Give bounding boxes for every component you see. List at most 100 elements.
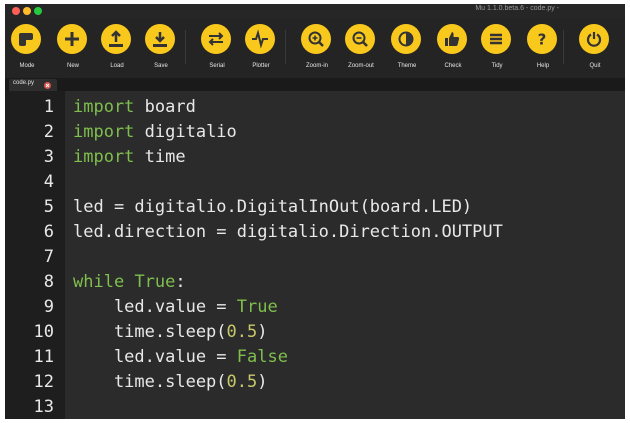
toolbar-label-check: Check xyxy=(444,63,462,69)
toolbar-label-mode: Mode xyxy=(19,63,35,69)
line-number: 10 xyxy=(33,322,54,342)
line-number: 11 xyxy=(33,347,54,367)
code-token-keyword: True xyxy=(236,297,278,317)
code-token-plain: ) xyxy=(257,372,268,392)
code-token-number: 0.5 xyxy=(226,322,258,342)
upload-icon xyxy=(101,24,131,54)
line-number: 3 xyxy=(43,147,54,167)
code-token-number: 0.5 xyxy=(226,372,258,392)
toolbar-label-new: New xyxy=(66,63,79,69)
line-number: 1 xyxy=(43,97,54,117)
toolbar-label-tidy: Tidy xyxy=(491,63,503,69)
serial-button[interactable]: Serial xyxy=(195,18,239,76)
code-token-plain: digitalio xyxy=(134,122,237,142)
theme-button[interactable]: Theme xyxy=(385,18,429,76)
tab-strip: code.py xyxy=(5,78,625,91)
plus-icon xyxy=(57,24,87,54)
code-token-keyword: while xyxy=(73,272,125,292)
line-number: 6 xyxy=(43,222,54,242)
code-token-plain: board xyxy=(134,97,196,117)
svg-text:?: ? xyxy=(538,31,547,49)
line-number: 9 xyxy=(43,297,54,317)
arrows-icon xyxy=(201,24,231,54)
tidy-button[interactable]: Tidy xyxy=(475,18,519,76)
code-token-plain: ) xyxy=(257,322,268,342)
toolbar-separator xyxy=(563,30,564,64)
window-minimize-button[interactable] xyxy=(23,7,31,15)
help-button[interactable]: ? Help xyxy=(521,18,565,76)
code-line: import time xyxy=(73,145,186,170)
mode-button[interactable]: Mode xyxy=(5,18,49,76)
contrast-icon xyxy=(391,24,421,54)
code-token-plain: time.sleep( xyxy=(73,322,227,342)
code-line: import digitalio xyxy=(73,120,237,145)
zoom-out-icon xyxy=(345,24,375,54)
code-token-plain: led.direction = digitalio.Direction.OUTP… xyxy=(73,222,503,242)
toolbar-label-help: Help xyxy=(536,63,550,69)
toolbar-label-plotter: Plotter xyxy=(252,63,270,69)
thumbs-up-icon xyxy=(437,24,467,54)
code-editor[interactable]: import board import digitalio import time l… xyxy=(65,91,625,419)
code-token-keyword: False xyxy=(236,347,288,367)
download-icon xyxy=(145,24,175,54)
question-icon: ? xyxy=(527,24,557,54)
code-line: led.direction = digitalio.Direction.OUTP… xyxy=(73,220,503,245)
editor-window: Mu 1.1.0.beta.6 - code.py - Mode New Load S… xyxy=(5,4,625,419)
code-token-plain: led = digitalio.DigitalInOut(board.LED) xyxy=(73,197,473,217)
code-line: led.value = False xyxy=(73,345,288,370)
code-line: time.sleep(0.5) xyxy=(73,370,268,395)
new-button[interactable]: New xyxy=(51,18,95,76)
pulse-icon xyxy=(245,24,275,54)
code-token-keyword: True xyxy=(134,272,176,292)
list-icon xyxy=(481,24,511,54)
line-number: 4 xyxy=(43,172,54,192)
line-number: 7 xyxy=(43,247,54,267)
plotter-button[interactable]: Plotter xyxy=(239,18,283,76)
code-token-keyword: import xyxy=(73,97,135,117)
zoom-out-button[interactable]: Zoom-out xyxy=(339,18,383,76)
line-number: 5 xyxy=(43,197,54,217)
line-number: 8 xyxy=(43,272,54,292)
window-zoom-button[interactable] xyxy=(34,7,42,15)
mode-icon xyxy=(11,24,41,54)
code-token-plain: time.sleep( xyxy=(73,372,227,392)
zoom-in-button[interactable]: Zoom-in xyxy=(295,18,339,76)
quit-button[interactable]: Quit xyxy=(573,18,617,76)
code-line: while True: xyxy=(73,270,186,295)
toolbar-separator xyxy=(185,30,186,64)
toolbar: Mode New Load Save Serial Plotter Zoom-in Zoom-… xyxy=(5,18,625,78)
code-token-plain: led.value = xyxy=(73,347,237,367)
power-icon xyxy=(579,24,609,54)
line-number: 13 xyxy=(33,397,54,417)
toolbar-label-quit: Quit xyxy=(589,63,601,69)
load-button[interactable]: Load xyxy=(95,18,139,76)
toolbar-label-zoom-out: Zoom-out xyxy=(348,63,374,69)
close-icon[interactable] xyxy=(44,82,51,89)
code-token-keyword: import xyxy=(73,122,135,142)
code-line: led = digitalio.DigitalInOut(board.LED) xyxy=(73,195,472,220)
code-line: led.value = True xyxy=(73,295,278,320)
check-button[interactable]: Check xyxy=(431,18,475,76)
toolbar-label-theme: Theme xyxy=(397,63,417,69)
code-line: import board xyxy=(73,95,196,120)
toolbar-label-serial: Serial xyxy=(209,63,225,69)
title-bar: Mu 1.1.0.beta.6 - code.py - xyxy=(5,4,625,18)
line-number: 12 xyxy=(33,372,54,392)
toolbar-label-zoom-in: Zoom-in xyxy=(305,63,328,69)
toolbar-label-save: Save xyxy=(154,63,168,69)
toolbar-separator xyxy=(285,30,286,64)
zoom-in-icon xyxy=(301,24,331,54)
tab-label: code.py xyxy=(13,80,35,86)
code-token-plain: led.value = xyxy=(73,297,237,317)
save-button[interactable]: Save xyxy=(139,18,183,76)
code-token-keyword: import xyxy=(73,147,135,167)
code-line: time.sleep(0.5) xyxy=(73,320,268,345)
code-token-plain: : xyxy=(175,272,186,292)
toolbar-label-load: Load xyxy=(110,63,124,69)
tab-code-py[interactable]: code.py xyxy=(9,79,57,91)
window-close-button[interactable] xyxy=(12,7,20,15)
line-number: 2 xyxy=(43,122,54,142)
code-token-plain: time xyxy=(134,147,186,167)
line-number-gutter: 1 2 3 4 5 6 7 8 9 10 11 12 13 xyxy=(5,91,65,419)
